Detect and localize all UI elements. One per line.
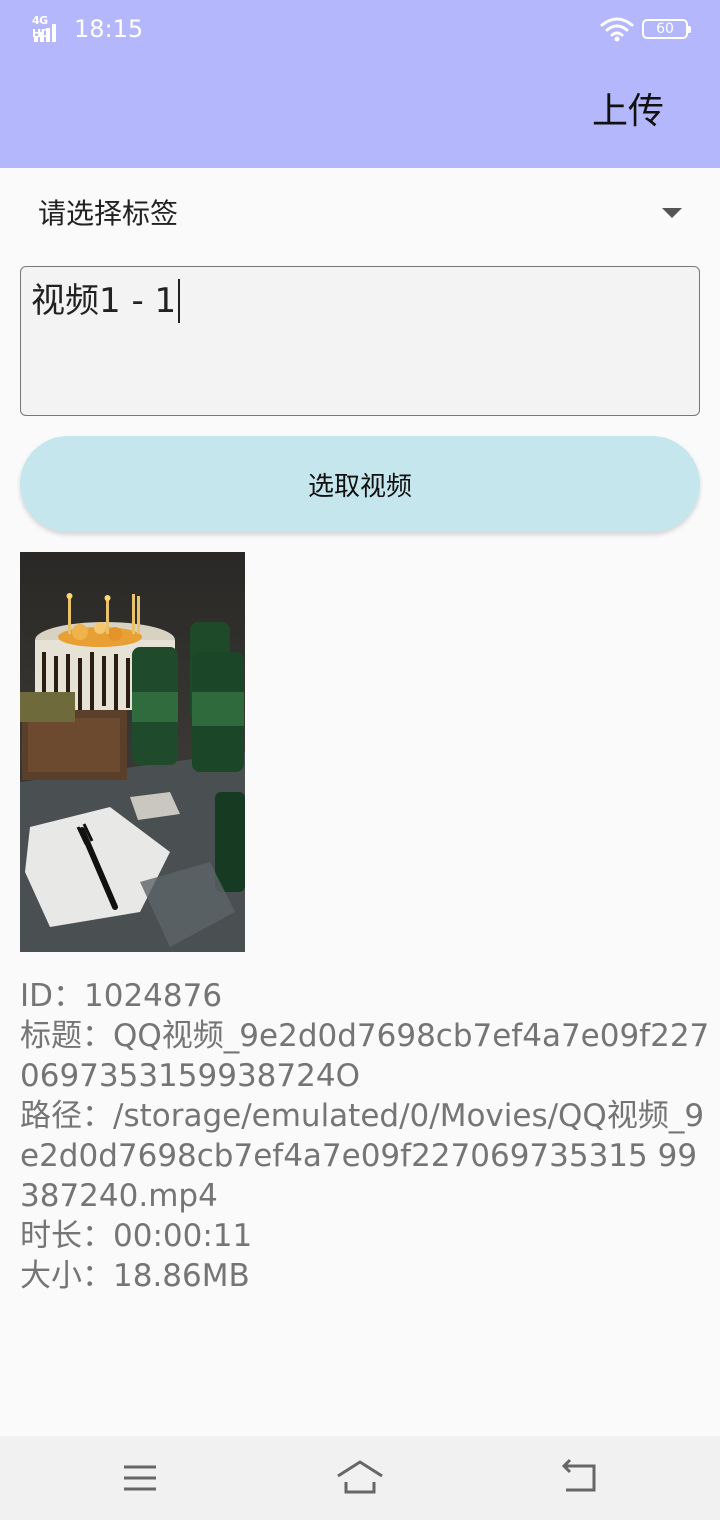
- wifi-icon: [600, 17, 634, 42]
- video-path: 路径：/storage/emulated/0/Movies/QQ视频_9e2d0…: [20, 1098, 705, 1214]
- video-thumbnail-image: [20, 552, 245, 952]
- status-bar-right: 60: [600, 16, 691, 42]
- text-caret: [178, 279, 181, 323]
- menu-icon[interactable]: [116, 1454, 164, 1502]
- tag-dropdown[interactable]: 请选择标签: [0, 168, 720, 258]
- status-bar-left: 4G HD 18:15: [32, 12, 143, 46]
- battery-icon: 60: [642, 19, 691, 39]
- app-bar: 4G HD 18:15 60 上传: [0, 0, 720, 168]
- system-nav-bar: [0, 1436, 720, 1520]
- signal-icon: 4G HD: [32, 14, 66, 44]
- screen: 4G HD 18:15 60 上传 请选: [0, 0, 720, 1520]
- video-title: 标题：QQ视频_9e2d0d7698cb7ef4a7e09f2270697353…: [20, 1018, 710, 1094]
- home-icon[interactable]: [336, 1454, 384, 1502]
- title-input-value: 视频1 - 1: [31, 281, 177, 321]
- video-duration: 时长：00:00:11: [20, 1218, 253, 1254]
- back-icon[interactable]: [556, 1454, 604, 1502]
- battery-level: 60: [656, 21, 674, 37]
- pick-video-button-label: 选取视频: [307, 471, 412, 502]
- upload-button[interactable]: 上传: [592, 88, 664, 136]
- video-size: 大小：18.86MB: [20, 1258, 250, 1294]
- tag-dropdown-value: 请选择标签: [38, 197, 179, 230]
- video-thumbnail: [20, 552, 245, 952]
- pick-video-button[interactable]: 选取视频: [20, 436, 700, 532]
- title-input[interactable]: 视频1 - 1: [20, 266, 700, 416]
- video-id: ID：1024876: [20, 978, 223, 1014]
- dropdown-arrow-icon: [662, 208, 682, 218]
- video-info: ID：1024876 标题：QQ视频_9e2d0d7698cb7ef4a7e09…: [20, 976, 710, 1296]
- status-time: 18:15: [74, 15, 144, 43]
